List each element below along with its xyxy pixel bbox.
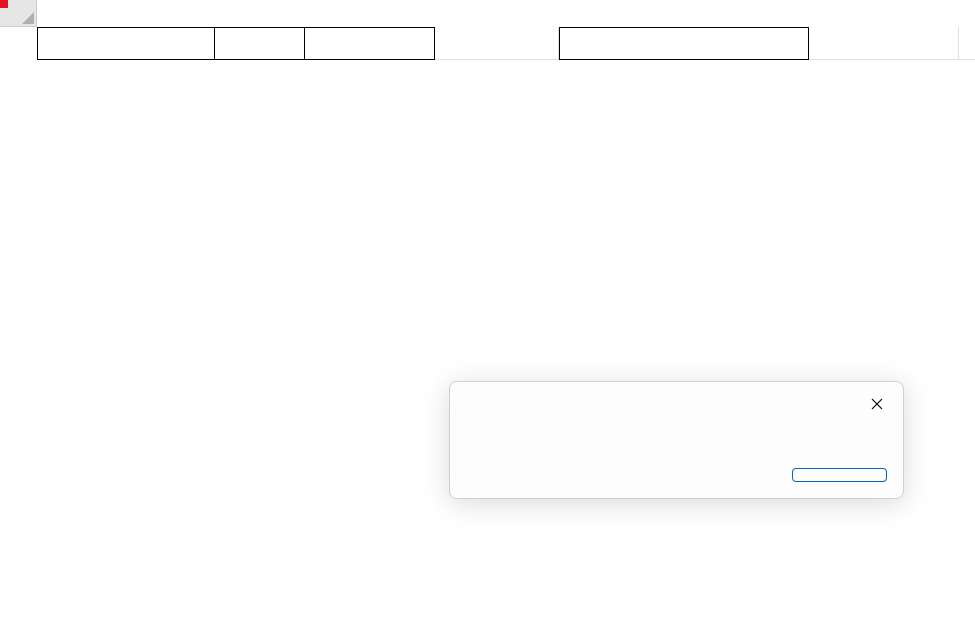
- dialog-actions: [450, 462, 903, 498]
- cell-F1[interactable]: [809, 27, 959, 60]
- cell-G1[interactable]: [959, 27, 975, 60]
- spreadsheet: [0, 0, 975, 627]
- cell-C1[interactable]: [305, 27, 435, 60]
- cell-D1[interactable]: [435, 27, 559, 60]
- message-box: [449, 381, 904, 499]
- close-icon: [871, 398, 883, 410]
- cells-area: [37, 27, 975, 60]
- select-all-corner[interactable]: [0, 0, 37, 27]
- select-all-triangle-icon: [22, 12, 34, 24]
- ok-button[interactable]: [792, 468, 887, 482]
- dialog-message: [450, 424, 903, 462]
- cell-A1[interactable]: [37, 27, 215, 60]
- dialog-close-button[interactable]: [863, 392, 891, 416]
- cell-E1[interactable]: [559, 27, 809, 60]
- dialog-titlebar: [450, 382, 903, 424]
- cell-B1[interactable]: [215, 27, 305, 60]
